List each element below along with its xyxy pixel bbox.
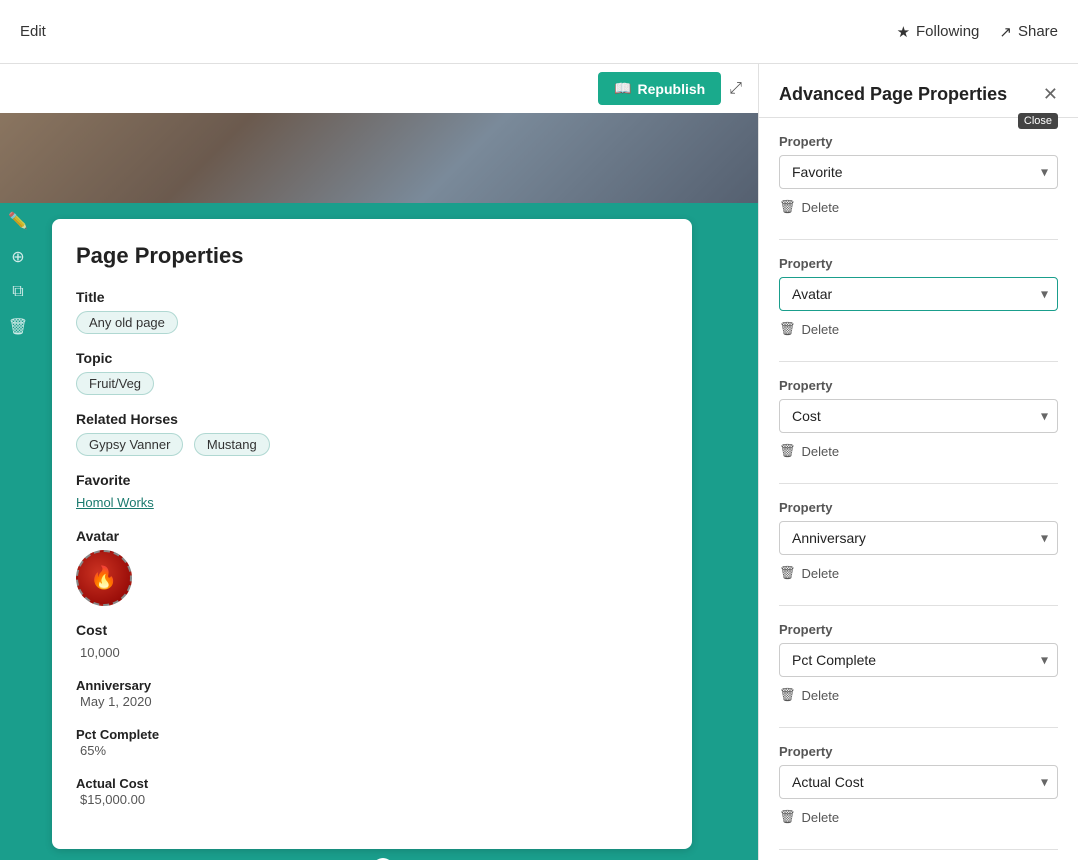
trash-icon-5: 🗑 bbox=[779, 687, 796, 703]
property-row-2: Property Favorite Avatar Cost Anniversar… bbox=[779, 256, 1058, 341]
select-wrapper-3: Favorite Avatar Cost Anniversary Pct Com… bbox=[779, 399, 1058, 433]
page-properties-card: Page Properties Title Any old page Topic… bbox=[52, 219, 692, 849]
property-select-5[interactable]: Favorite Avatar Cost Anniversary Pct Com… bbox=[779, 643, 1058, 677]
header-image bbox=[0, 113, 758, 203]
avatar-label: Avatar bbox=[76, 528, 668, 544]
property-label-6: Property bbox=[779, 744, 1058, 759]
trash-icon-2: 🗑 bbox=[779, 321, 796, 337]
close-tooltip: Close bbox=[1018, 113, 1058, 129]
select-wrapper-4: Favorite Avatar Cost Anniversary Pct Com… bbox=[779, 521, 1058, 555]
following-button[interactable]: ★ Following bbox=[897, 23, 980, 41]
edit-icon[interactable]: ✏️ bbox=[8, 211, 28, 231]
actual-cost-label: Actual Cost bbox=[76, 776, 668, 791]
title-section: Title Any old page bbox=[76, 289, 668, 334]
delete-button-6[interactable]: 🗑 Delete bbox=[779, 805, 839, 829]
actual-cost-value: $15,000.00 bbox=[80, 792, 145, 807]
title-tag: Any old page bbox=[76, 311, 178, 334]
select-wrapper-5: Favorite Avatar Cost Anniversary Pct Com… bbox=[779, 643, 1058, 677]
divider-2 bbox=[779, 361, 1058, 362]
trash-icon-6: 🗑 bbox=[779, 809, 796, 825]
close-button[interactable]: ✕ Close bbox=[1043, 84, 1058, 105]
divider-5 bbox=[779, 727, 1058, 728]
actual-cost-section: Actual Cost $15,000.00 bbox=[76, 776, 668, 809]
right-panel-header: Advanced Page Properties ✕ Close bbox=[759, 64, 1078, 118]
right-panel: Advanced Page Properties ✕ Close Propert… bbox=[758, 64, 1078, 860]
trash-icon-4: 🗑 bbox=[779, 565, 796, 581]
delete-button-5[interactable]: 🗑 Delete bbox=[779, 683, 839, 707]
horse-tag-1: Gypsy Vanner bbox=[76, 433, 183, 456]
cost-value: 10,000 bbox=[80, 645, 120, 660]
trash-icon-1: 🗑 bbox=[779, 199, 796, 215]
title-label: Title bbox=[76, 289, 668, 305]
pct-complete-value: 65% bbox=[80, 743, 106, 758]
delete-button-3[interactable]: 🗑 Delete bbox=[779, 439, 839, 463]
property-label-1: Property bbox=[779, 134, 1058, 149]
cost-section: Cost 10,000 bbox=[76, 622, 668, 662]
pct-complete-label: Pct Complete bbox=[76, 727, 668, 742]
related-horses-label: Related Horses bbox=[76, 411, 668, 427]
property-row-5: Property Favorite Avatar Cost Anniversar… bbox=[779, 622, 1058, 707]
share-button[interactable]: ↗ Share bbox=[999, 23, 1058, 41]
related-horses-section: Related Horses Gypsy Vanner Mustang bbox=[76, 411, 668, 456]
avatar-icon: 🔥 bbox=[90, 565, 117, 591]
divider-1 bbox=[779, 239, 1058, 240]
property-label-2: Property bbox=[779, 256, 1058, 271]
topic-section: Topic Fruit/Veg bbox=[76, 350, 668, 395]
property-label-5: Property bbox=[779, 622, 1058, 637]
pct-complete-section: Pct Complete 65% bbox=[76, 727, 668, 760]
topic-label: Topic bbox=[76, 350, 668, 366]
page-area: 📖 Republish ⤢ ✏️ ⊕ ⧉ 🗑 Page Properties bbox=[0, 64, 758, 860]
expand-button[interactable]: ⤢ bbox=[729, 80, 742, 98]
avatar-section: Avatar 🔥 bbox=[76, 528, 668, 606]
topic-tag: Fruit/Veg bbox=[76, 372, 154, 395]
property-label-4: Property bbox=[779, 500, 1058, 515]
favorite-section: Favorite Homol Works bbox=[76, 472, 668, 512]
delete-button-2[interactable]: 🗑 Delete bbox=[779, 317, 839, 341]
property-select-2[interactable]: Favorite Avatar Cost Anniversary Pct Com… bbox=[779, 277, 1058, 311]
select-wrapper-2: Favorite Avatar Cost Anniversary Pct Com… bbox=[779, 277, 1058, 311]
select-wrapper-6: Favorite Avatar Cost Anniversary Pct Com… bbox=[779, 765, 1058, 799]
property-select-6[interactable]: Favorite Avatar Cost Anniversary Pct Com… bbox=[779, 765, 1058, 799]
copy-icon[interactable]: ⧉ bbox=[12, 283, 23, 301]
property-select-3[interactable]: Favorite Avatar Cost Anniversary Pct Com… bbox=[779, 399, 1058, 433]
anniversary-label: Anniversary bbox=[76, 678, 668, 693]
top-bar: Edit ★ Following ↗ Share bbox=[0, 0, 1078, 64]
move-icon[interactable]: ⊕ bbox=[11, 247, 24, 267]
property-row-1: Property Favorite Avatar Cost Anniversar… bbox=[779, 134, 1058, 219]
card-title: Page Properties bbox=[76, 243, 668, 269]
right-panel-body: Property Favorite Avatar Cost Anniversar… bbox=[759, 118, 1078, 860]
property-row-4: Property Favorite Avatar Cost Anniversar… bbox=[779, 500, 1058, 585]
horse-tag-2: Mustang bbox=[194, 433, 270, 456]
share-icon: ↗ bbox=[999, 23, 1012, 41]
divider-3 bbox=[779, 483, 1058, 484]
page-content-wrapper: ✏️ ⊕ ⧉ 🗑 Page Properties Title Any old p… bbox=[0, 203, 758, 860]
republish-button[interactable]: 📖 Republish bbox=[598, 72, 721, 105]
avatar: 🔥 bbox=[76, 550, 132, 606]
property-row-3: Property Favorite Avatar Cost Anniversar… bbox=[779, 378, 1058, 463]
left-sidebar: ✏️ ⊕ ⧉ 🗑 bbox=[0, 203, 36, 860]
main-content: 📖 Republish ⤢ ✏️ ⊕ ⧉ 🗑 Page Properties bbox=[0, 64, 1078, 860]
divider-6 bbox=[779, 849, 1058, 850]
book-icon: 📖 bbox=[614, 80, 631, 97]
cost-label: Cost bbox=[76, 622, 668, 638]
property-select-1[interactable]: Favorite Avatar Cost Anniversary Pct Com… bbox=[779, 155, 1058, 189]
divider-4 bbox=[779, 605, 1058, 606]
star-icon: ★ bbox=[897, 23, 910, 41]
right-panel-title: Advanced Page Properties bbox=[779, 84, 1007, 105]
property-select-4[interactable]: Favorite Avatar Cost Anniversary Pct Com… bbox=[779, 521, 1058, 555]
trash-icon-3: 🗑 bbox=[779, 443, 796, 459]
favorite-label: Favorite bbox=[76, 472, 668, 488]
republish-bar: 📖 Republish ⤢ bbox=[0, 64, 758, 113]
edit-button[interactable]: Edit bbox=[20, 23, 46, 40]
delete-sidebar-icon[interactable]: 🗑 bbox=[8, 317, 28, 337]
delete-button-1[interactable]: 🗑 Delete bbox=[779, 195, 839, 219]
favorite-link[interactable]: Homol Works bbox=[76, 495, 154, 510]
delete-button-4[interactable]: 🗑 Delete bbox=[779, 561, 839, 585]
anniversary-section: Anniversary May 1, 2020 bbox=[76, 678, 668, 711]
select-wrapper-1: Favorite Avatar Cost Anniversary Pct Com… bbox=[779, 155, 1058, 189]
property-label-3: Property bbox=[779, 378, 1058, 393]
property-row-6: Property Favorite Avatar Cost Anniversar… bbox=[779, 744, 1058, 829]
anniversary-value: May 1, 2020 bbox=[80, 694, 152, 709]
